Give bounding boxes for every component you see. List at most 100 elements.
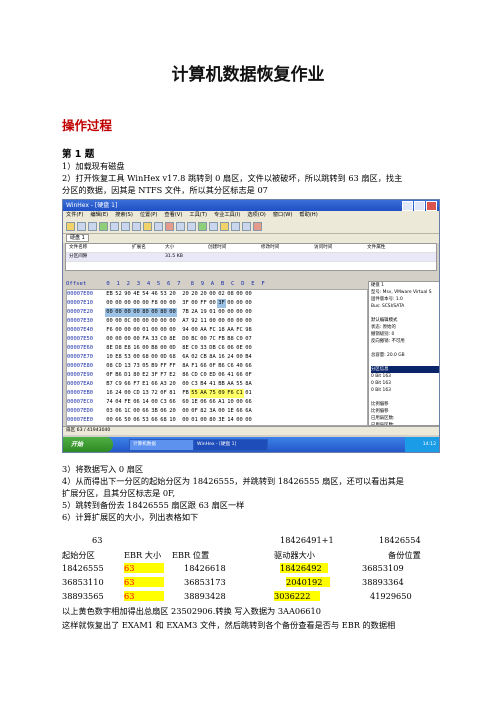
hex-byte[interactable]: 52	[114, 290, 123, 299]
hex-byte[interactable]: 00	[159, 299, 168, 308]
hex-byte[interactable]: 90	[123, 290, 132, 299]
hex-byte[interactable]: 20	[168, 290, 177, 299]
hex-byte[interactable]: 00	[132, 353, 141, 362]
hex-byte[interactable]: C0	[235, 335, 244, 344]
hex-byte[interactable]: 00	[150, 398, 159, 407]
hex-byte[interactable]: E2	[141, 371, 150, 380]
hex-byte[interactable]: 13	[141, 389, 150, 398]
hex-row[interactable]: 00007E00 EB 52 90 4E 54 46 53 20 20 20 20 00 02 08 00 00	[67, 290, 367, 299]
menu-edit[interactable]: 编辑(E)	[90, 211, 108, 220]
hex-byte[interactable]: 20	[181, 290, 190, 299]
hex-byte[interactable]: FA	[141, 335, 150, 344]
hex-byte[interactable]: 00	[235, 308, 244, 317]
hex-byte[interactable]: B8	[150, 344, 159, 353]
hex-byte[interactable]: 66	[168, 398, 177, 407]
menu-position[interactable]: 位置(P)	[140, 211, 158, 220]
hex-byte[interactable]: 0D	[159, 353, 168, 362]
hex-byte[interactable]: C6	[217, 344, 226, 353]
hex-byte[interactable]: 01	[244, 389, 253, 398]
hex-byte[interactable]: 00	[208, 317, 217, 326]
hex-byte[interactable]: 00	[244, 290, 253, 299]
hex-byte[interactable]: 24	[226, 353, 235, 362]
hex-byte[interactable]: 01	[141, 326, 150, 335]
hex-byte[interactable]: 86	[181, 371, 190, 380]
hex-byte[interactable]: 00	[114, 326, 123, 335]
hex-byte[interactable]: B7	[105, 380, 114, 389]
hex-byte[interactable]: 3F	[181, 299, 190, 308]
hex-byte[interactable]: 06	[114, 407, 123, 416]
hex-byte[interactable]: 00	[235, 299, 244, 308]
hex-byte[interactable]: FB	[217, 335, 226, 344]
hex-byte[interactable]: 53	[123, 353, 132, 362]
hex-byte[interactable]: 00	[114, 308, 123, 317]
hex-byte[interactable]: 00	[208, 290, 217, 299]
hex-byte[interactable]: 00	[123, 326, 132, 335]
hex-byte[interactable]: 81	[168, 389, 177, 398]
print-icon[interactable]	[88, 222, 97, 231]
hex-byte[interactable]: 07	[244, 335, 253, 344]
hex-byte[interactable]: 00	[208, 299, 217, 308]
hex-byte[interactable]: 00	[132, 317, 141, 326]
hex-byte[interactable]: 08	[105, 362, 114, 371]
paste-icon[interactable]	[132, 222, 141, 231]
col-created[interactable]: 创建时间	[205, 244, 258, 252]
hex-byte[interactable]: 16	[217, 353, 226, 362]
hex-row[interactable]: 00007EA0 B7 C9 66 F7 E1 66 A3 20 00 C3 B4 41 BB AA 55 8A	[67, 380, 367, 389]
start-button[interactable]: 开始	[63, 437, 113, 452]
hex-byte[interactable]: 53	[159, 290, 168, 299]
hex-byte[interactable]: 0F	[190, 407, 199, 416]
hex-byte[interactable]: DB	[208, 344, 217, 353]
menu-search[interactable]: 搜索(S)	[115, 211, 133, 220]
hex-byte[interactable]: 00	[114, 317, 123, 326]
hex-byte[interactable]: 16	[132, 344, 141, 353]
hex-byte[interactable]: 68	[141, 353, 150, 362]
hex-byte[interactable]: F7	[159, 371, 168, 380]
hex-byte[interactable]: C1	[235, 389, 244, 398]
hex-row[interactable]: 00007E20 00 00 00 00 80 00 80 00 7B 2A 19 01 00 00 00 00	[67, 308, 367, 317]
hex-byte[interactable]: 73	[132, 362, 141, 371]
hex-byte[interactable]: 00	[168, 308, 177, 317]
hex-byte[interactable]: 00	[217, 308, 226, 317]
hex-byte[interactable]: 4E	[132, 290, 141, 299]
hex-byte[interactable]: A7	[181, 317, 190, 326]
menu-file[interactable]: 文件(F)	[66, 211, 83, 220]
open-icon[interactable]	[66, 222, 75, 231]
hex-byte[interactable]: 04	[114, 398, 123, 407]
hex-byte[interactable]: 3E	[217, 416, 226, 425]
hex-byte[interactable]: 74	[105, 398, 114, 407]
hex-byte[interactable]: 00	[235, 317, 244, 326]
hex-byte[interactable]: F6	[105, 326, 114, 335]
hex-byte[interactable]: 41	[226, 371, 235, 380]
hex-byte[interactable]: 00	[141, 317, 150, 326]
hex-byte[interactable]: B6	[217, 362, 226, 371]
hex-byte[interactable]: 05	[141, 362, 150, 371]
hex-byte[interactable]: 0F	[208, 362, 217, 371]
hex-byte[interactable]: E2	[168, 371, 177, 380]
hex-byte[interactable]: 18	[217, 326, 226, 335]
hex-byte[interactable]: 00	[132, 326, 141, 335]
undo-icon[interactable]	[99, 222, 108, 231]
hex-byte[interactable]: 19	[199, 308, 208, 317]
hex-byte[interactable]: FB	[181, 389, 190, 398]
hex-row[interactable]: 00007E60 8E D8 E8 16 00 B8 00 0D 8E C0 33 DB C6 06 0E 00	[67, 344, 367, 353]
col-size[interactable]: 大小	[162, 244, 205, 252]
hex-byte[interactable]: 00	[141, 299, 150, 308]
hex-byte[interactable]: 66	[199, 362, 208, 371]
hex-byte[interactable]: B8	[226, 335, 235, 344]
maximize-button[interactable]	[414, 201, 425, 211]
hex-byte[interactable]: C3	[159, 398, 168, 407]
hex-byte[interactable]: FC	[208, 326, 217, 335]
hex-byte[interactable]: 0D	[168, 344, 177, 353]
hex-row[interactable]: 00007E90 0F B6 D1 80 E2 3F F7 E2 86 CD C0 ED 06 41 66 0F	[67, 371, 367, 380]
hex-byte[interactable]: 55	[235, 380, 244, 389]
col-attr[interactable]: 文件属性	[364, 244, 407, 252]
hex-byte[interactable]: 09	[217, 389, 226, 398]
hex-byte[interactable]: AA	[226, 326, 235, 335]
hex-byte[interactable]: 0E	[235, 344, 244, 353]
hex-byte[interactable]: FF	[159, 362, 168, 371]
hex-row[interactable]: 00007EE0 00 66 50 06 53 66 68 10 00 01 00 80 3E 14 00 00	[67, 416, 367, 425]
hex-byte[interactable]: B9	[150, 362, 159, 371]
col-modified[interactable]: 修改时间	[258, 244, 311, 252]
hex-byte[interactable]: 8A	[181, 362, 190, 371]
hex-row[interactable]: 00007E80 08 CD 13 73 05 B9 FF FF 8A F1 66 0F B6 C6 40 66	[67, 362, 367, 371]
